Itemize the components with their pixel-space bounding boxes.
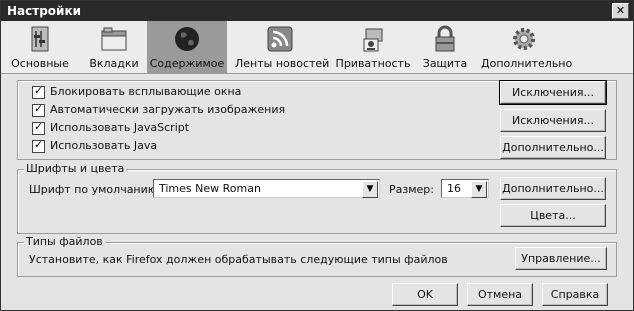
font-size-select[interactable]: 16 ▼ [441,179,489,198]
tab-content-label: Содержимое [149,57,225,70]
images-label: Автоматически загружать изображения [50,103,286,116]
java-label: Использовать Java [50,139,158,152]
fonts-advanced-button[interactable]: Дополнительно... [500,177,606,200]
cancel-button[interactable]: Отмена [467,283,533,306]
tab-feeds-label: Ленты новостей [235,57,330,70]
tab-tabs-label: Вкладки [89,57,139,70]
filetypes-description: Установите, как Firefox должен обрабатыв… [29,253,448,266]
tab-advanced-label: Дополнительно [481,57,573,70]
font-size-label: Размер: [389,183,434,196]
default-font-label: Шрифт по умолчанию: [29,183,161,196]
popups-label: Блокировать всплывающие окна [50,85,242,98]
font-size-value: 16 [447,182,461,195]
chevron-down-icon[interactable]: ▼ [471,181,487,198]
tabs-icon [101,27,127,51]
default-font-value: Times New Roman [159,182,261,195]
filetypes-group-label: Типы файлов [24,235,105,248]
javascript-label: Использовать JavaScript [50,121,190,134]
javascript-checkbox[interactable]: ✓ [32,120,45,135]
tab-content[interactable]: Содержимое [147,21,227,73]
globe-icon [175,27,199,51]
manage-button[interactable]: Управление... [515,247,607,270]
window-title: Настройки [7,4,82,18]
tab-privacy[interactable]: Приватность [335,21,411,73]
popups-exceptions-button[interactable]: Исключения... [499,80,607,105]
close-button[interactable]: ✕ [612,3,629,19]
settings-tabs: Основные Вкладки Содержимое Ленты новост… [1,21,633,74]
chevron-down-icon[interactable]: ▼ [362,181,378,198]
feed-icon [267,26,293,52]
lock-icon [435,25,455,52]
tab-general-label: Основные [11,57,69,70]
general-icon [31,26,49,52]
fonts-group-label: Шрифты и цвета [24,162,127,175]
privacy-icon [363,28,383,52]
tab-feeds[interactable]: Ленты новостей [235,21,330,73]
images-exceptions-button[interactable]: Исключения... [500,109,606,132]
tab-security-label: Защита [422,57,468,70]
tab-advanced[interactable]: Дополнительно [481,21,573,73]
tab-general[interactable]: Основные [11,21,69,73]
tab-tabs[interactable]: Вкладки [85,21,143,73]
popups-checkbox[interactable]: ✓ [32,84,45,99]
ok-button[interactable]: OK [392,283,458,306]
help-button[interactable]: Справка [542,283,608,306]
java-checkbox[interactable]: ✓ [32,138,45,153]
tab-security[interactable]: Защита [419,21,471,73]
default-font-select[interactable]: Times New Roman ▼ [153,179,380,198]
java-advanced-button[interactable]: Дополнительно... [500,136,606,159]
settings-window: Настройки ✕ Основные Вкладки Содержимое … [0,0,634,311]
tab-privacy-label: Приватность [335,57,411,70]
images-checkbox[interactable]: ✓ [32,102,45,117]
colors-button[interactable]: Цвета... [500,204,606,227]
gear-icon [513,28,535,50]
title-bar: Настройки ✕ [1,1,633,21]
